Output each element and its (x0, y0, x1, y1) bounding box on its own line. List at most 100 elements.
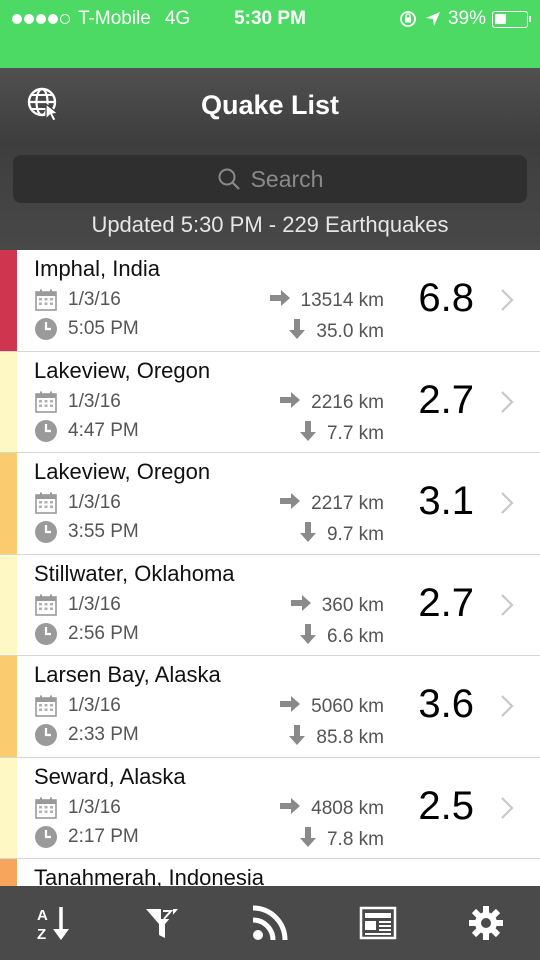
quake-place: Seward, Alaska (34, 763, 186, 789)
sort-az-icon[interactable]: A Z (24, 893, 84, 953)
search-placeholder: Search (250, 165, 324, 192)
svg-text:Z: Z (37, 926, 46, 943)
quake-date: 1/3/16 (68, 695, 121, 716)
quake-row[interactable]: Stillwater, Oklahoma 1/3/16 2:56 PM 360 km 6… (0, 554, 540, 656)
quake-distance: 2217 km (311, 493, 384, 514)
quake-magnitude: 2.5 (418, 783, 474, 828)
battery-icon (492, 10, 531, 28)
magnitude-color-bar (0, 859, 17, 886)
calendar-icon (34, 491, 58, 520)
quake-distance: 4808 km (311, 797, 384, 819)
arrow-right-icon (279, 797, 301, 821)
rss-feed-icon[interactable] (240, 893, 300, 953)
quake-date: 1/3/16 (68, 492, 121, 513)
calendar-icon (34, 593, 58, 622)
chevron-right-icon[interactable] (500, 491, 514, 520)
calendar-icon (34, 694, 58, 723)
distance: 5060 km (279, 695, 384, 719)
clock-icon (34, 622, 58, 651)
quake-place: Larsen Bay, Alaska (34, 662, 221, 687)
quake-row[interactable]: Tanahmerah, Indonesia (0, 859, 540, 886)
news-icon[interactable] (348, 893, 408, 953)
arrow-down-icon (299, 420, 317, 448)
arrow-right-icon (279, 492, 301, 516)
depth: 7.7 km (299, 420, 384, 448)
distance: 360 km (290, 594, 384, 618)
search-input[interactable]: Search (13, 155, 527, 203)
quake-depth: 7.8 km (326, 828, 384, 850)
depth: 35.0 km (288, 318, 384, 346)
quake-distance: 13514 km (300, 290, 384, 311)
quake-distance: 5060 km (311, 696, 384, 717)
clock-icon (34, 520, 58, 549)
settings-gear-icon[interactable] (456, 893, 516, 953)
magnitude-color-bar (0, 757, 17, 858)
arrow-right-icon (269, 289, 291, 313)
arrow-down-icon (288, 724, 306, 752)
magnitude-color-bar (0, 453, 17, 554)
quake-row[interactable]: Imphal, India 1/3/16 5:05 PM 13514 km 35.0 k… (0, 250, 540, 352)
calendar-icon (34, 288, 58, 317)
clock-icon (34, 317, 58, 346)
quake-magnitude: 6.8 (418, 276, 474, 320)
quake-time: 2:17 PM (68, 825, 139, 847)
chevron-right-icon[interactable] (500, 796, 514, 825)
quake-time: 2:33 PM (68, 724, 139, 745)
quake-date: 1/3/16 (68, 796, 121, 818)
quake-time: 3:55 PM (68, 521, 139, 542)
quake-place: Lakeview, Oregon (34, 459, 211, 484)
svg-text:A: A (37, 907, 48, 924)
quake-row[interactable]: Seward, Alaska 1/3/16 2:17 PM 4808 km 7.8 km… (0, 757, 540, 859)
chevron-right-icon[interactable] (500, 390, 514, 419)
filter-icon[interactable] (132, 893, 192, 953)
quake-row[interactable]: Lakeview, Oregon 1/3/16 4:47 PM 2216 km 7.7 … (0, 351, 540, 453)
chevron-right-icon[interactable] (500, 694, 514, 723)
quake-row[interactable]: Larsen Bay, Alaska 1/3/16 2:33 PM 5060 km 85… (0, 656, 540, 758)
chevron-right-icon[interactable] (500, 288, 514, 317)
arrow-right-icon (290, 594, 312, 618)
magnitude-color-bar (0, 351, 17, 452)
status-right: 39% (398, 8, 531, 30)
search-icon (218, 168, 240, 190)
rotation-lock-icon (400, 11, 416, 27)
quake-date: 1/3/16 (68, 289, 121, 310)
clock-icon (34, 723, 58, 752)
magnitude-color-bar (0, 250, 17, 351)
quake-place: Tanahmerah, Indonesia (34, 865, 264, 886)
magnitude-color-bar (0, 554, 17, 655)
arrow-down-icon (288, 318, 306, 346)
distance: 13514 km (269, 289, 384, 313)
arrow-right-icon (279, 695, 301, 719)
magnitude-color-bar (0, 656, 17, 757)
quake-place: Lakeview, Oregon (34, 357, 211, 383)
calendar-icon (34, 796, 58, 825)
quake-place: Stillwater, Oklahoma (34, 560, 235, 586)
chevron-right-icon[interactable] (500, 593, 514, 622)
quake-magnitude: 2.7 (418, 580, 474, 625)
quake-depth: 7.7 km (326, 422, 384, 444)
quake-list: Imphal, India 1/3/16 5:05 PM 13514 km 35.0 k… (0, 250, 540, 886)
quake-depth: 35.0 km (316, 321, 384, 342)
arrow-right-icon (279, 391, 301, 415)
quake-time: 2:56 PM (68, 622, 139, 644)
quake-date: 1/3/16 (68, 390, 121, 412)
quake-depth: 9.7 km (326, 524, 384, 545)
quake-distance: 2216 km (311, 391, 384, 413)
location-arrow-icon (425, 12, 440, 26)
depth: 6.6 km (299, 623, 384, 651)
header: Quake List Search Updated 5:30 PM - 229 … (0, 68, 540, 250)
quake-magnitude: 2.7 (418, 377, 474, 422)
depth: 7.8 km (299, 826, 384, 854)
status-bar: T-Mobile 4G 5:30 PM 39% (0, 0, 540, 68)
arrow-down-icon (299, 623, 317, 651)
quake-depth: 85.8 km (316, 727, 384, 748)
quake-magnitude: 3.6 (418, 682, 474, 726)
updated-status: Updated 5:30 PM - 229 Earthquakes (91, 212, 449, 237)
tab-bar: A Z (0, 886, 540, 960)
quake-date: 1/3/16 (68, 593, 121, 615)
distance: 2216 km (279, 391, 384, 415)
clock-icon (34, 419, 58, 448)
arrow-down-icon (299, 826, 317, 854)
quake-row[interactable]: Lakeview, Oregon 1/3/16 3:55 PM 2217 km 9.7 … (0, 453, 540, 555)
page-title: Quake List (200, 90, 340, 120)
